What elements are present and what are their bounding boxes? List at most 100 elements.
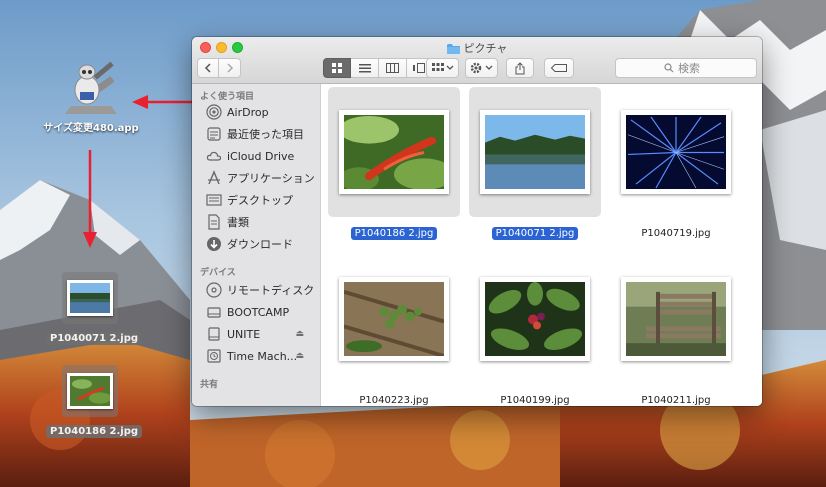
tag-button[interactable] bbox=[544, 58, 574, 78]
file-name: P1040199.jpg bbox=[500, 395, 570, 406]
sidebar-section-header: 共有 bbox=[200, 380, 219, 390]
eject-icon[interactable]: ⏏ bbox=[295, 329, 304, 339]
chevron-right-icon bbox=[226, 63, 233, 73]
search-input[interactable] bbox=[678, 61, 708, 75]
finder-window: ピクチャ 検索 よく使う項目 AirDrop 最近使った項目 iCloud Dr… bbox=[192, 37, 762, 406]
title-bar[interactable]: ピクチャ bbox=[192, 37, 762, 84]
cloud-icon bbox=[206, 148, 222, 164]
sidebar-item-documents[interactable]: 書類 bbox=[206, 213, 318, 231]
sidebar-item-time-machine[interactable]: Time Mach... ⏏ bbox=[206, 347, 318, 365]
desktop-app-label: サイズ変更480.app bbox=[43, 123, 139, 134]
berries-photo bbox=[344, 282, 444, 356]
eject-icon[interactable]: ⏏ bbox=[295, 351, 304, 361]
drive-icon bbox=[206, 326, 222, 342]
sidebar: よく使う項目 AirDrop 最近使った項目 iCloud Drive アプリケ… bbox=[192, 84, 321, 406]
sidebar-item-label: アプリケーション bbox=[227, 172, 315, 185]
file-item[interactable]: P1040199.jpg bbox=[469, 254, 601, 406]
forward-button[interactable] bbox=[219, 58, 241, 78]
icon-view-button[interactable] bbox=[323, 58, 351, 78]
disc-icon bbox=[206, 282, 222, 298]
desktop-file-thumbnail bbox=[67, 280, 113, 316]
lake-photo bbox=[485, 115, 585, 189]
file-name: P1040719.jpg bbox=[641, 228, 711, 239]
pepper-photo bbox=[344, 115, 444, 189]
gear-icon bbox=[470, 62, 492, 74]
file-item[interactable]: P1040223.jpg bbox=[328, 254, 460, 406]
time-machine-icon bbox=[206, 348, 222, 364]
drag-arrow-down bbox=[83, 150, 97, 248]
file-thumbnail bbox=[621, 277, 731, 361]
view-mode-control bbox=[323, 58, 435, 78]
sidebar-item-label: デスクトップ bbox=[227, 194, 293, 207]
chevron-left-icon bbox=[204, 63, 211, 73]
file-thumbnail bbox=[480, 277, 590, 361]
sidebar-item-icloud-drive[interactable]: iCloud Drive bbox=[206, 147, 318, 165]
back-button[interactable] bbox=[197, 58, 219, 78]
sidebar-item-unite[interactable]: UNITE ⏏ bbox=[206, 325, 318, 343]
sidebar-item-airdrop[interactable]: AirDrop bbox=[206, 103, 318, 121]
sidebar-item-label: ダウンロード bbox=[227, 238, 293, 251]
file-name: P1040186 2.jpg bbox=[350, 227, 438, 240]
plant-photo bbox=[485, 282, 585, 356]
document-icon bbox=[206, 214, 222, 230]
file-item[interactable]: P1040186 2.jpg bbox=[328, 87, 460, 240]
sidebar-item-label: Time Mach... bbox=[227, 349, 298, 363]
pepper-photo bbox=[70, 376, 110, 406]
desktop-file-pepper[interactable]: P1040186 2.jpg bbox=[46, 365, 143, 438]
file-thumbnail bbox=[339, 277, 449, 361]
drive-icon bbox=[206, 304, 222, 320]
sidebar-item-remote-disc[interactable]: リモートディスク bbox=[206, 281, 318, 299]
file-item[interactable]: P1040071 2.jpg bbox=[469, 87, 601, 240]
tag-icon bbox=[551, 64, 567, 72]
sidebar-item-label: AirDrop bbox=[227, 105, 269, 119]
column-view-button[interactable] bbox=[379, 58, 407, 78]
file-thumbnail bbox=[621, 110, 731, 194]
download-icon bbox=[206, 236, 222, 252]
window-title-area: ピクチャ bbox=[192, 40, 762, 56]
recents-icon bbox=[206, 126, 222, 142]
desktop-icon bbox=[206, 192, 222, 208]
sidebar-item-label: リモートディスク bbox=[227, 284, 315, 297]
sidebar-section-header: デバイス bbox=[200, 268, 236, 278]
file-name: P1040211.jpg bbox=[641, 395, 711, 406]
action-button[interactable] bbox=[465, 58, 498, 78]
sidebar-item-label: 最近使った項目 bbox=[227, 128, 304, 141]
search-icon bbox=[664, 63, 674, 73]
file-name: P1040223.jpg bbox=[359, 395, 429, 406]
file-thumbnail bbox=[480, 110, 590, 194]
sidebar-section-header: よく使う項目 bbox=[200, 92, 255, 102]
file-grid[interactable]: P1040186 2.jpg P1040071 2.jpg P1040719.j… bbox=[321, 84, 762, 406]
file-item[interactable]: P1040719.jpg bbox=[610, 87, 742, 239]
list-view-button[interactable] bbox=[351, 58, 379, 78]
sidebar-item-recents[interactable]: 最近使った項目 bbox=[206, 125, 318, 143]
column-view-icon bbox=[386, 63, 399, 73]
share-icon bbox=[515, 61, 525, 74]
light-streaks-photo bbox=[626, 115, 726, 189]
sidebar-item-downloads[interactable]: ダウンロード bbox=[206, 235, 318, 253]
share-button[interactable] bbox=[506, 58, 534, 78]
group-grid-icon bbox=[431, 63, 453, 71]
desktop-file-label: P1040071 2.jpg bbox=[46, 332, 143, 345]
window-title: ピクチャ bbox=[463, 42, 508, 55]
group-button[interactable] bbox=[426, 58, 459, 78]
search-field[interactable] bbox=[615, 58, 757, 78]
icon-view-icon bbox=[332, 63, 342, 73]
sidebar-item-bootcamp[interactable]: BOOTCAMP bbox=[206, 303, 318, 321]
sidebar-item-label: UNITE bbox=[227, 327, 261, 341]
file-item[interactable]: P1040211.jpg bbox=[610, 254, 742, 406]
applications-icon bbox=[206, 170, 222, 186]
file-thumbnail bbox=[339, 110, 449, 194]
sidebar-item-label: iCloud Drive bbox=[227, 149, 295, 163]
sidebar-item-desktop[interactable]: デスクトップ bbox=[206, 191, 318, 209]
desktop-file-lake[interactable]: P1040071 2.jpg bbox=[46, 272, 143, 345]
nav-buttons bbox=[197, 58, 241, 78]
sidebar-item-label: BOOTCAMP bbox=[227, 305, 290, 319]
lake-photo bbox=[70, 283, 110, 313]
desktop-file-label: P1040186 2.jpg bbox=[46, 425, 143, 438]
desktop-file-thumbnail bbox=[67, 373, 113, 409]
airdrop-icon bbox=[206, 104, 222, 120]
folder-icon bbox=[446, 43, 460, 54]
list-view-icon bbox=[358, 63, 371, 72]
sidebar-item-label: 書類 bbox=[227, 216, 249, 229]
sidebar-item-applications[interactable]: アプリケーション bbox=[206, 169, 318, 187]
